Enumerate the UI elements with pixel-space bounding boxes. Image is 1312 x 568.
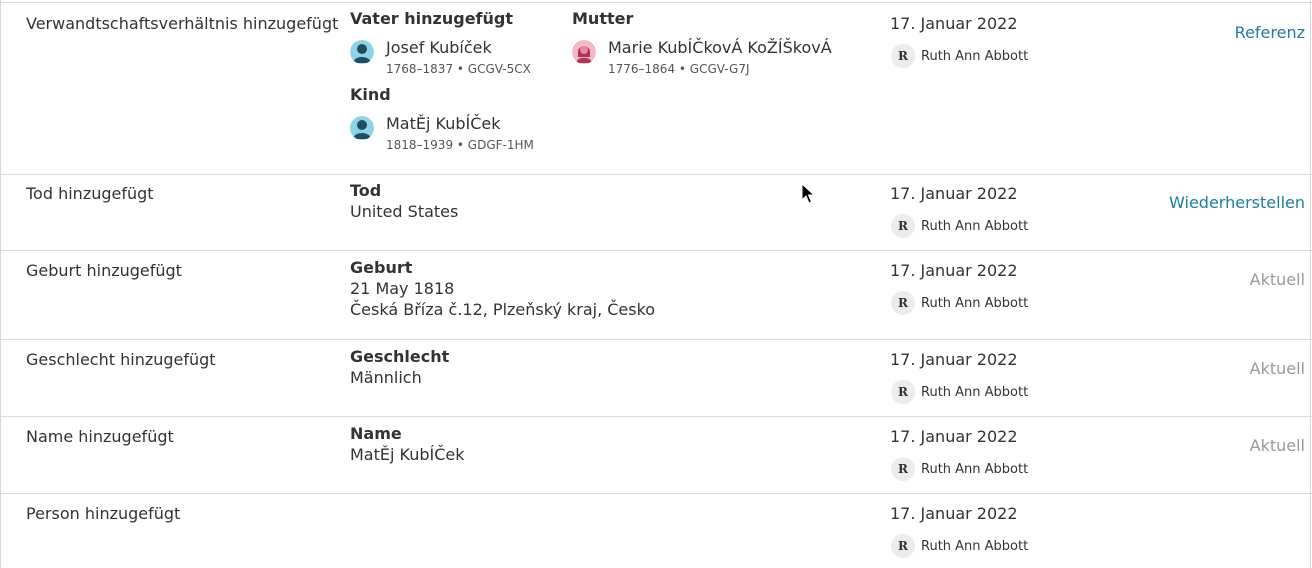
detail-value: MatĚj KubÍČek (350, 445, 465, 464)
current-status: Aktuell (1249, 359, 1305, 378)
change-detail: Tod United States (350, 180, 458, 222)
detail-value: United States (350, 202, 459, 221)
change-detail: Geschlecht Männlich (350, 346, 449, 388)
father-name[interactable]: Josef Kubíček (386, 38, 492, 57)
child-meta: 1818–1939 • GDGF-1HM (386, 138, 534, 152)
change-date: 17. Januar 2022 (890, 427, 1018, 446)
change-history-list: Verwandtschaftsverhältnis hinzugefügt Va… (0, 0, 1312, 568)
current-status: Aktuell (1249, 270, 1305, 289)
mother-group: Mutter (572, 9, 633, 28)
user-avatar-icon: R (891, 457, 915, 481)
change-detail: Geburt 21 May 1818 Česká Bříza č.12, Plz… (350, 257, 655, 320)
reference-link[interactable]: Referenz (1235, 23, 1305, 42)
detail-label: Geburt (350, 258, 413, 277)
contributor-name[interactable]: Ruth Ann Abbott (921, 49, 1028, 64)
mother-name[interactable]: Marie KubÍČkovÁ KoŽÍŠkovÁ (608, 38, 832, 57)
change-date: 17. Januar 2022 (890, 184, 1018, 203)
detail-value: Männlich (350, 368, 422, 387)
contributor[interactable]: R Ruth Ann Abbott (891, 534, 1028, 558)
contributor[interactable]: R Ruth Ann Abbott (891, 291, 1028, 315)
change-date: 17. Januar 2022 (890, 14, 1018, 33)
restore-link[interactable]: Wiederherstellen (1169, 193, 1305, 212)
mother-label: Mutter (572, 9, 634, 28)
contributor-name[interactable]: Ruth Ann Abbott (921, 539, 1028, 554)
contributor-name[interactable]: Ruth Ann Abbott (921, 219, 1028, 234)
change-row-relationship: Verwandtschaftsverhältnis hinzugefügt Va… (1, 2, 1312, 175)
male-person-icon (350, 116, 374, 140)
mother-meta: 1776–1864 • GCGV-G7J (608, 62, 750, 76)
change-type: Tod hinzugefügt (26, 184, 154, 203)
change-type: Person hinzugefügt (26, 504, 181, 523)
contributor-name[interactable]: Ruth Ann Abbott (921, 296, 1028, 311)
change-type: Verwandtschaftsverhältnis hinzugefügt (26, 14, 339, 33)
father-label: Vater hinzugefügt (350, 9, 513, 28)
detail-label: Geschlecht (350, 347, 450, 366)
contributor-name[interactable]: Ruth Ann Abbott (921, 385, 1028, 400)
contributor[interactable]: R Ruth Ann Abbott (891, 380, 1028, 404)
change-date: 17. Januar 2022 (890, 350, 1018, 369)
child-name[interactable]: MatĚj KubÍČek (386, 114, 501, 133)
detail-value: 21 May 1818 (350, 279, 455, 298)
contributor[interactable]: R Ruth Ann Abbott (891, 44, 1028, 68)
user-avatar-icon: R (891, 214, 915, 238)
current-status: Aktuell (1249, 436, 1305, 455)
female-person-icon (572, 40, 596, 64)
change-type: Geburt hinzugefügt (26, 261, 182, 280)
user-avatar-icon: R (891, 534, 915, 558)
change-row-gender: Geschlecht hinzugefügt Geschlecht Männli… (1, 339, 1312, 417)
child-group: Kind (350, 85, 391, 104)
user-avatar-icon: R (891, 291, 915, 315)
contributor[interactable]: R Ruth Ann Abbott (891, 457, 1028, 481)
mouse-cursor-icon (801, 183, 815, 204)
user-avatar-icon: R (891, 380, 915, 404)
child-label: Kind (350, 85, 391, 104)
detail-label: Tod (350, 181, 382, 200)
change-detail: Name MatĚj KubÍČek (350, 423, 465, 465)
change-date: 17. Januar 2022 (890, 261, 1018, 280)
change-row-birth: Geburt hinzugefügt Geburt 21 May 1818 Če… (1, 250, 1312, 340)
detail-value: Česká Bříza č.12, Plzeňský kraj, Česko (350, 300, 656, 319)
change-type: Name hinzugefügt (26, 427, 174, 446)
change-row-person: Person hinzugefügt 17. Januar 2022 R Rut… (1, 493, 1312, 568)
detail-label: Name (350, 424, 402, 443)
contributor-name[interactable]: Ruth Ann Abbott (921, 462, 1028, 477)
change-row-name: Name hinzugefügt Name MatĚj KubÍČek 17. … (1, 416, 1312, 494)
contributor[interactable]: R Ruth Ann Abbott (891, 214, 1028, 238)
father-meta: 1768–1837 • GCGV-5CX (386, 62, 531, 76)
father-group: Vater hinzugefügt (350, 9, 513, 28)
change-row-death: Tod hinzugefügt Tod United States 17. Ja… (1, 173, 1312, 251)
change-type: Geschlecht hinzugefügt (26, 350, 216, 369)
user-avatar-icon: R (891, 44, 915, 68)
change-date: 17. Januar 2022 (890, 504, 1018, 523)
male-person-icon (350, 40, 374, 64)
